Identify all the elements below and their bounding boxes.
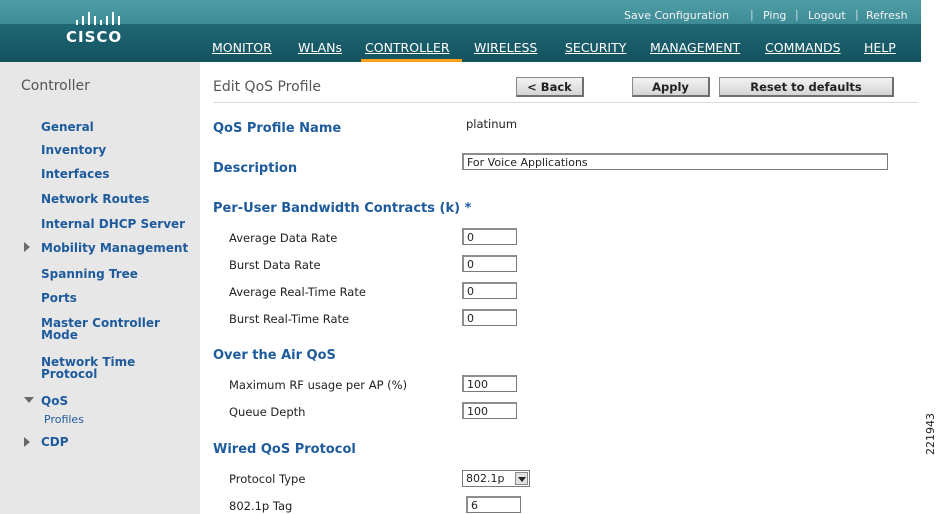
max-rf-usage-field[interactable]: 100 <box>462 375 517 392</box>
burst-real-time-rate-field[interactable]: 0 <box>462 309 517 326</box>
over-the-air-qos-heading: Over the Air QoS <box>213 348 336 363</box>
nav-commands[interactable]: COMMANDS <box>765 40 841 55</box>
protocol-type-select[interactable]: 802.1p <box>462 470 530 487</box>
burst-real-time-rate-label: Burst Real-Time Rate <box>229 312 350 326</box>
sidebar-item-general[interactable]: General <box>41 121 94 133</box>
ping-link[interactable]: Ping <box>763 9 786 22</box>
average-real-time-rate-field[interactable]: 0 <box>462 282 517 299</box>
nav-help[interactable]: HELP <box>864 40 896 55</box>
description-label: Description <box>213 161 298 176</box>
sidebar-item-internal-dhcp-server[interactable]: Internal DHCP Server <box>41 218 185 230</box>
top-link-separator: | <box>855 8 859 21</box>
wired-qos-protocol-heading: Wired QoS Protocol <box>213 442 356 457</box>
burst-data-rate-field[interactable]: 0 <box>462 255 517 272</box>
sidebar-item-master-controller-mode[interactable]: Master Controller Mode <box>41 317 181 341</box>
cisco-wordmark: CISCO <box>66 28 123 46</box>
sidebar-subitem-profiles[interactable]: Profiles <box>44 413 84 426</box>
nav-controller[interactable]: CONTROLLER <box>365 40 450 55</box>
average-data-rate-field[interactable]: 0 <box>462 228 517 245</box>
cisco-logo: CISCO <box>0 6 200 62</box>
sidebar-item-mobility-management[interactable]: Mobility Management <box>41 242 188 254</box>
back-button[interactable]: < Back <box>516 77 584 97</box>
apply-button[interactable]: Apply <box>632 77 710 97</box>
sidebar-item-spanning-tree[interactable]: Spanning Tree <box>41 268 138 280</box>
average-data-rate-label: Average Data Rate <box>229 231 338 245</box>
sidebar: Controller General Inventory Interfaces … <box>0 62 200 514</box>
sidebar-item-inventory[interactable]: Inventory <box>41 144 106 156</box>
page-title: Edit QoS Profile <box>213 79 322 95</box>
average-real-time-rate-label: Average Real-Time Rate <box>229 285 366 299</box>
dot1p-tag-field[interactable]: 6 <box>466 496 521 513</box>
expand-down-icon[interactable] <box>24 397 34 403</box>
sidebar-title: Controller <box>21 78 90 94</box>
logout-link[interactable]: Logout <box>808 9 846 22</box>
qos-profile-name-label: QoS Profile Name <box>213 121 342 136</box>
sidebar-item-network-time-protocol[interactable]: Network Time Protocol <box>41 356 161 380</box>
sidebar-item-network-routes[interactable]: Network Routes <box>41 193 149 205</box>
refresh-link[interactable]: Refresh <box>866 9 908 22</box>
nav-wlans[interactable]: WLANs <box>298 40 342 55</box>
chevron-down-icon[interactable] <box>515 472 528 485</box>
burst-data-rate-label: Burst Data Rate <box>229 258 321 272</box>
top-link-separator: | <box>750 8 754 21</box>
queue-depth-field[interactable]: 100 <box>462 402 517 419</box>
header: CISCO Save Configuration | Ping | Logout… <box>0 0 921 62</box>
protocol-type-label: Protocol Type <box>229 472 306 486</box>
sidebar-item-ports[interactable]: Ports <box>41 292 77 304</box>
sidebar-item-qos[interactable]: QoS <box>41 395 68 407</box>
qos-profile-name-value: platinum <box>466 117 518 131</box>
save-configuration-link[interactable]: Save Configuration <box>624 9 729 22</box>
expand-right-icon[interactable] <box>24 242 30 252</box>
reset-to-defaults-button[interactable]: Reset to defaults <box>719 77 894 97</box>
title-divider <box>213 102 918 103</box>
cisco-bars-icon <box>76 12 120 25</box>
protocol-type-value: 802.1p <box>466 472 505 485</box>
nav-management[interactable]: MANAGEMENT <box>650 40 740 55</box>
bandwidth-heading: Per-User Bandwidth Contracts (k) * <box>213 201 472 216</box>
max-rf-usage-label: Maximum RF usage per AP (%) <box>229 378 408 392</box>
sidebar-item-interfaces[interactable]: Interfaces <box>41 168 110 180</box>
dot1p-tag-label: 802.1p Tag <box>229 499 293 513</box>
description-field[interactable]: For Voice Applications <box>462 153 888 170</box>
top-link-separator: | <box>795 8 799 21</box>
figure-id: 221943 <box>924 413 937 455</box>
sidebar-item-cdp[interactable]: CDP <box>41 436 69 448</box>
nav-monitor[interactable]: MONITOR <box>212 40 272 55</box>
expand-right-icon[interactable] <box>24 437 30 447</box>
queue-depth-label: Queue Depth <box>229 405 306 419</box>
nav-wireless[interactable]: WIRELESS <box>474 40 537 55</box>
main-content: Edit QoS Profile < Back Apply Reset to d… <box>200 62 921 514</box>
nav-security[interactable]: SECURITY <box>565 40 626 55</box>
